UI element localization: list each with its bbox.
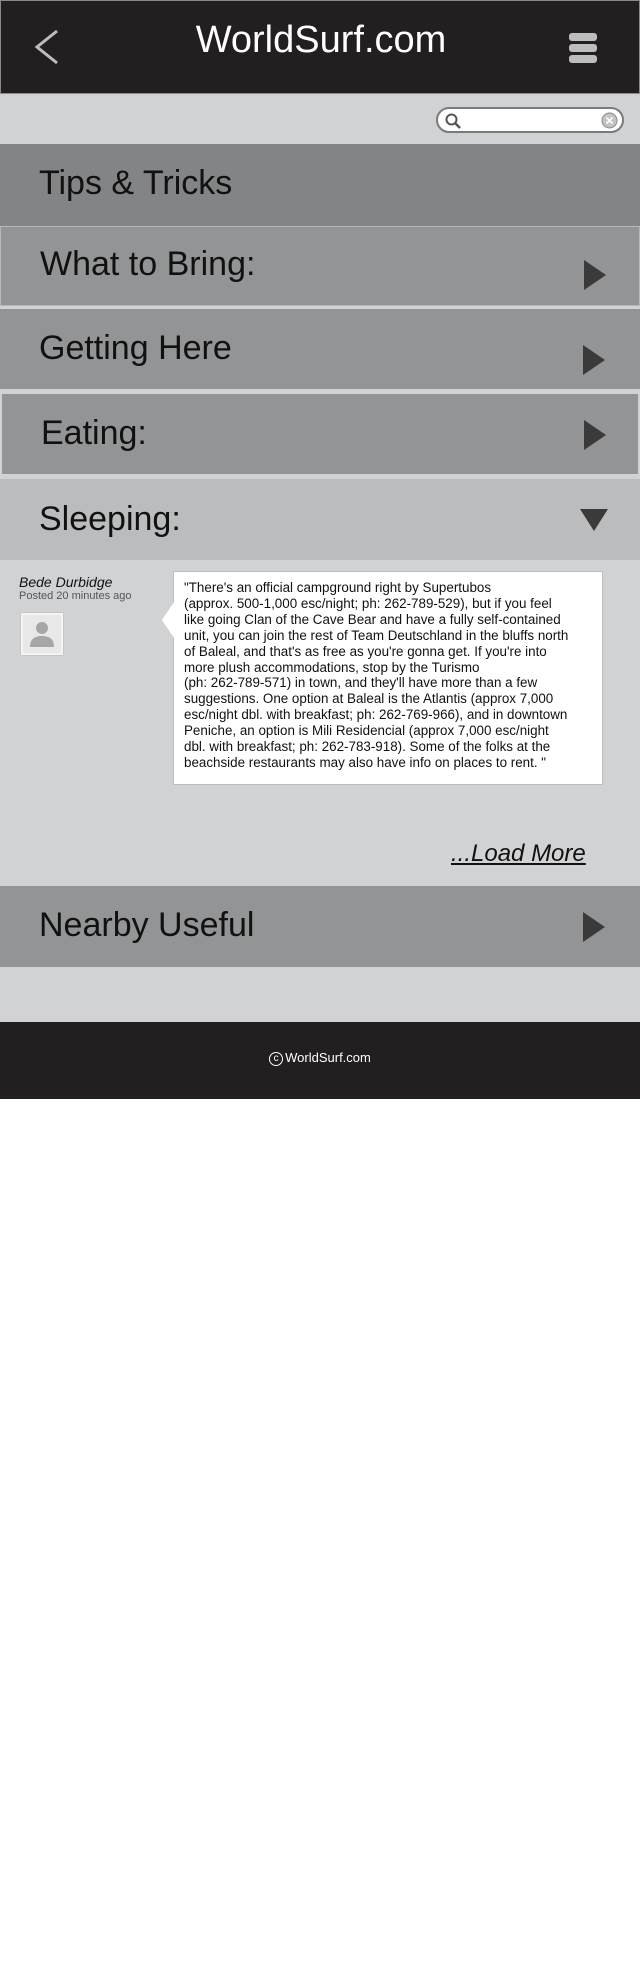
search-input[interactable]: [466, 111, 596, 129]
section-what-to-bring[interactable]: What to Bring:: [0, 226, 640, 306]
comment-text: "There's an official campground right by…: [184, 580, 569, 770]
avatar[interactable]: [21, 613, 63, 655]
expand-arrow-icon: [583, 345, 605, 375]
expand-arrow-icon: [584, 260, 606, 290]
clear-search-icon[interactable]: [601, 112, 618, 129]
expand-arrow-icon: [584, 420, 606, 450]
sleeping-comments: Bede Durbidge Posted 20 minutes ago "The…: [0, 560, 640, 886]
section-sleeping[interactable]: Sleeping:: [0, 479, 640, 560]
section-getting-here-label: Getting Here: [39, 329, 232, 367]
search-icon: [445, 113, 461, 129]
copyright-text: WorldSurf.com: [285, 1050, 371, 1065]
comment-timestamp: Posted 20 minutes ago: [19, 590, 132, 602]
section-what-to-bring-label: What to Bring:: [40, 245, 256, 283]
footer-spacer: [0, 967, 640, 1022]
hamburger-menu-icon: [569, 33, 599, 63]
section-eating-label: Eating:: [41, 414, 147, 452]
collapse-arrow-icon: [580, 509, 608, 531]
tips-tricks-header: Tips & Tricks: [0, 144, 640, 226]
menu-button[interactable]: [569, 33, 599, 63]
section-nearby-useful[interactable]: Nearby Useful: [0, 886, 640, 967]
load-more-link[interactable]: ...Load More: [451, 840, 586, 868]
comment-bubble: "There's an official campground right by…: [162, 571, 603, 785]
copyright-icon: c: [269, 1052, 284, 1066]
search-bar: [0, 94, 640, 144]
section-nearby-useful-label: Nearby Useful: [39, 906, 255, 944]
copyright-line: c WorldSurf.com: [0, 1050, 640, 1066]
search-box[interactable]: [436, 107, 624, 133]
section-sleeping-label: Sleeping:: [39, 500, 181, 538]
section-eating[interactable]: Eating:: [0, 392, 640, 476]
tips-tricks-title: Tips & Tricks: [39, 164, 233, 202]
footer: c WorldSurf.com: [0, 1022, 640, 1099]
app-header: WorldSurf.com: [0, 0, 640, 94]
section-getting-here[interactable]: Getting Here: [0, 309, 640, 389]
site-title: WorldSurf.com: [195, 19, 447, 61]
user-placeholder-icon: [30, 622, 54, 647]
expand-arrow-icon: [583, 912, 605, 942]
comment-author[interactable]: Bede Durbidge: [19, 574, 112, 590]
